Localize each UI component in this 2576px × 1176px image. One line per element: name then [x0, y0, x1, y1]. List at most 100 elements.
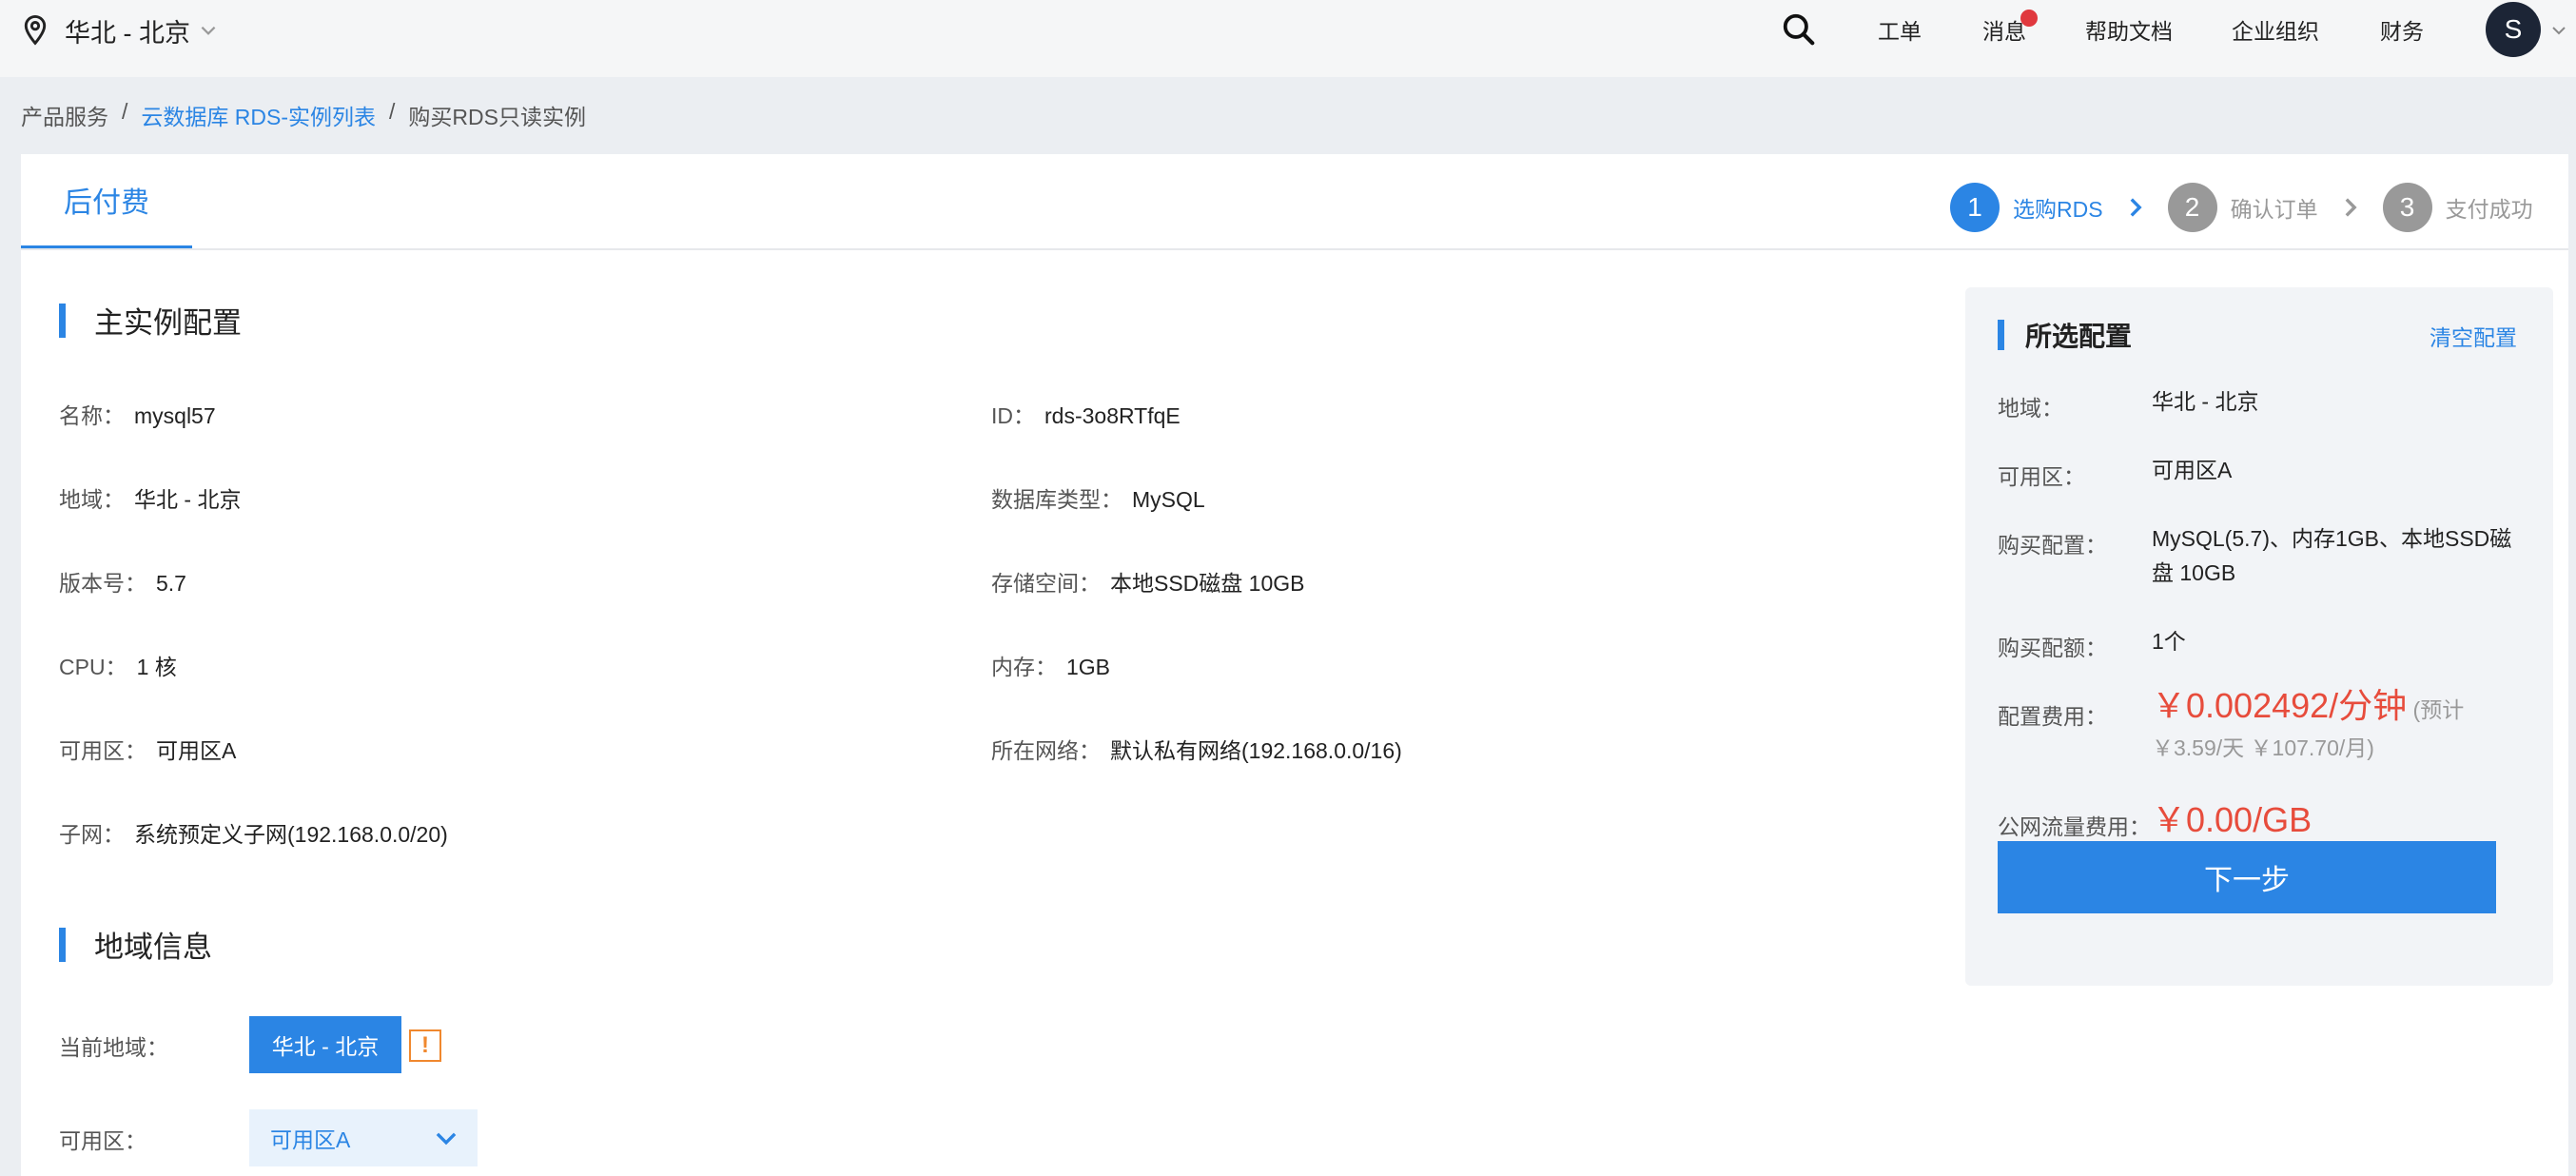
traffic-price: ￥0.00/GB — [2152, 800, 2313, 839]
tab-divider — [21, 248, 2568, 250]
breadcrumb-separator: / — [389, 99, 396, 124]
field-value: 华北 - 北京 — [134, 487, 242, 512]
field-value: 5.7 — [156, 571, 186, 596]
progress-steps: 1 选购RDS 2 确认订单 3 支付成功 — [1950, 183, 2533, 232]
summary-quota-label: 购买配额： — [1998, 636, 2107, 660]
next-step-button[interactable]: 下一步 — [1998, 841, 2496, 913]
section-accent-bar — [59, 927, 66, 962]
field-cpu: CPU： 1 核 — [59, 649, 177, 681]
current-region-button[interactable]: 华北 - 北京 — [249, 1016, 401, 1073]
avatar[interactable]: S — [2486, 2, 2541, 57]
summary-fee: ￥0.002492/分钟 (预计￥3.59/天 ￥107.70/月) — [2152, 687, 2513, 767]
summary-title: 所选配置 — [1998, 316, 2132, 354]
section-accent-bar — [59, 303, 66, 338]
field-key: 地域： — [59, 487, 125, 512]
step-label: 选购RDS — [2013, 197, 2103, 222]
field-memory: 内存： 1GB — [991, 649, 1110, 681]
step-payment-success: 3 支付成功 — [2382, 183, 2533, 232]
field-value: mysql57 — [134, 403, 216, 428]
field-key: 当前地域： — [59, 1035, 168, 1060]
region-selector[interactable]: 华北 - 北京 — [21, 0, 219, 61]
summary-region-label: 地域： — [1998, 396, 2063, 421]
step-number: 2 — [2167, 183, 2217, 232]
field-key: 可用区： — [59, 1128, 146, 1153]
breadcrumb-root[interactable]: 产品服务 — [21, 99, 108, 131]
field-key: ID： — [991, 403, 1035, 428]
chevron-down-icon — [201, 26, 216, 35]
field-key: 子网： — [59, 822, 125, 847]
chevron-down-icon — [436, 1132, 457, 1146]
zone-label: 可用区： — [59, 1123, 146, 1155]
fee-price: ￥0.002492/分钟 — [2152, 686, 2408, 725]
breadcrumb-separator: / — [122, 99, 128, 124]
field-key: 可用区： — [59, 738, 146, 763]
field-subnet: 子网： 系统预定义子网(192.168.0.0/20) — [59, 816, 448, 849]
summary-traffic-label: 公网流量费用： — [1998, 814, 2151, 839]
step-number: 3 — [2382, 183, 2432, 232]
current-region-label: 当前地域： — [59, 1029, 168, 1062]
breadcrumb-instance-list[interactable]: 云数据库 RDS-实例列表 — [141, 99, 376, 131]
nav-organization[interactable]: 企业组织 — [2232, 13, 2319, 46]
field-value: 1GB — [1066, 655, 1111, 679]
field-storage: 存储空间： 本地SSD磁盘 10GB — [991, 565, 1305, 598]
field-key: 名称： — [59, 403, 125, 428]
field-key: 版本号： — [59, 571, 146, 596]
step-select-rds: 1 选购RDS — [1950, 183, 2103, 232]
summary-config-label: 购买配置： — [1998, 533, 2107, 558]
section-region-info: 地域信息 — [59, 923, 212, 966]
breadcrumb: 产品服务 / 云数据库 RDS-实例列表 / 购买RDS只读实例 — [21, 99, 586, 131]
section-title: 主实例配置 — [94, 306, 242, 340]
region-label: 华北 - 北京 — [65, 18, 190, 48]
summary-fee-label: 配置费用： — [1998, 704, 2107, 729]
tab-postpaid[interactable]: 后付费 — [21, 154, 192, 249]
field-key: 内存： — [991, 655, 1057, 679]
step-label: 确认订单 — [2230, 197, 2318, 222]
nav-help-docs[interactable]: 帮助文档 — [2085, 13, 2173, 46]
purchase-panel: 后付费 1 选购RDS 2 确认订单 3 支付成功 主实例配置 名称： mysql… — [21, 154, 2568, 1176]
chevron-right-icon — [2130, 198, 2142, 217]
field-value: 默认私有网络(192.168.0.0/16) — [1110, 738, 1402, 763]
summary-zone-value: 可用区A — [2152, 458, 2233, 482]
chevron-down-icon[interactable] — [2549, 21, 2568, 40]
section-accent-bar — [1998, 320, 2004, 350]
field-value: 本地SSD磁盘 10GB — [1110, 571, 1305, 596]
field-value: 系统预定义子网(192.168.0.0/20) — [134, 822, 448, 847]
nav-finance[interactable]: 财务 — [2380, 13, 2424, 46]
breadcrumb-current: 购买RDS只读实例 — [408, 105, 586, 129]
warning-icon[interactable]: ! — [409, 1029, 441, 1062]
summary-title-text: 所选配置 — [2025, 322, 2133, 351]
summary-zone-label: 可用区： — [1998, 464, 2085, 489]
summary-config-value: MySQL(5.7)、内存1GB、本地SSD磁盘 10GB — [2152, 526, 2512, 585]
location-pin-icon — [24, 14, 47, 46]
section-master-config: 主实例配置 — [59, 299, 242, 342]
chevron-right-icon — [2345, 198, 2357, 217]
nav-ticket[interactable]: 工单 — [1878, 13, 1922, 46]
section-title: 地域信息 — [94, 931, 212, 964]
summary-quota-value: 1个 — [2152, 629, 2186, 654]
field-zone: 可用区： 可用区A — [59, 733, 236, 765]
zone-selected-value: 可用区A — [270, 1127, 351, 1152]
search-icon[interactable] — [1781, 11, 1817, 48]
field-key: 存储空间： — [991, 571, 1101, 596]
field-network: 所在网络： 默认私有网络(192.168.0.0/16) — [991, 733, 1402, 765]
field-key: 所在网络： — [991, 738, 1101, 763]
top-navbar: 华北 - 北京 工单 消息 帮助文档 企业组织 财务 S — [0, 0, 2576, 77]
selected-config-card: 所选配置 清空配置 地域： 华北 - 北京 可用区： 可用区A 购买配置： My… — [1965, 287, 2553, 986]
field-value: 1 核 — [136, 655, 177, 679]
field-name: 名称： mysql57 — [59, 398, 216, 430]
notification-badge — [2020, 10, 2038, 27]
summary-region-value: 华北 - 北京 — [2152, 389, 2259, 414]
field-db-type: 数据库类型： MySQL — [991, 481, 1205, 514]
field-value: MySQL — [1132, 487, 1205, 512]
zone-select[interactable]: 可用区A — [249, 1109, 478, 1166]
step-label: 支付成功 — [2445, 197, 2533, 222]
field-region: 地域： 华北 - 北京 — [59, 481, 241, 514]
step-confirm-order: 2 确认订单 — [2167, 183, 2318, 232]
field-value: rds-3o8RTfqE — [1044, 403, 1181, 428]
field-id: ID： rds-3o8RTfqE — [991, 398, 1181, 430]
field-key: 数据库类型： — [991, 487, 1122, 512]
clear-config-link[interactable]: 清空配置 — [2430, 320, 2517, 352]
field-version: 版本号： 5.7 — [59, 565, 186, 598]
step-number: 1 — [1950, 183, 2000, 232]
field-value: 可用区A — [156, 738, 237, 763]
